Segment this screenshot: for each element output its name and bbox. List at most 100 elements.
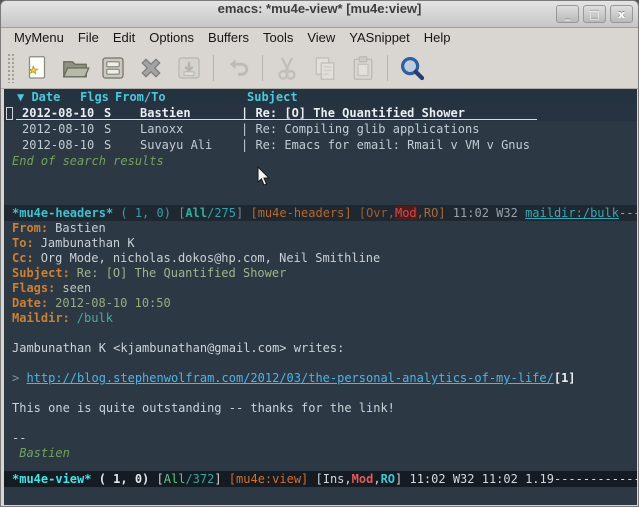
modeline-dashes: ------- (619, 206, 637, 220)
field-cc: Cc:Org Mode, nicholas.dokos@hp.com, Neil… (4, 251, 637, 266)
column-date[interactable]: ▼ Date (17, 89, 60, 105)
field-value: Jambunathan K (34, 236, 135, 250)
field-label: Date: (12, 296, 48, 310)
close-button[interactable]: x (610, 5, 633, 23)
body-comment-line: This one is quite outstanding -- thanks … (4, 401, 637, 416)
readonly-flag: RO (381, 472, 395, 486)
emacs-window: emacs: *mu4e-view* [mu4e:view] _ □ x MyM… (0, 0, 639, 507)
field-value: /bulk (70, 311, 113, 325)
cut-icon[interactable] (268, 50, 306, 86)
modeline-dashes: --------------- (554, 472, 637, 486)
modeline-mu4e-headers[interactable]: *mu4e-headers* ( 1, 0) [All/275] [mu4e-h… (4, 205, 637, 221)
menu-yasnippet[interactable]: YASnippet (342, 28, 416, 47)
menu-tools[interactable]: Tools (256, 28, 300, 47)
emacs-cursor (6, 107, 13, 120)
major-mode: [mu4e-headers] (250, 206, 351, 220)
menu-mymenu[interactable]: MyMenu (7, 28, 71, 47)
cursor-position: ( 1, 0) (91, 472, 156, 486)
menu-buffers[interactable]: Buffers (201, 28, 256, 47)
field-label: Maildir: (12, 311, 70, 325)
toolbar-drag-handle[interactable] (7, 53, 15, 83)
modeline-time: 11:02 W32 11:02 1.19 (402, 472, 554, 486)
body-quote-line: > http://blog.stephenwolfram.com/2012/03… (4, 371, 637, 386)
readonly-flag: ,RO] (417, 206, 446, 220)
menu-view[interactable]: View (300, 28, 342, 47)
menu-options[interactable]: Options (142, 28, 201, 47)
filter-all: All (164, 472, 186, 486)
end-of-search-results: End of search results (12, 153, 164, 169)
message-count: /372 (185, 472, 214, 486)
field-subject: Subject:Re: [O] The Quantified Shower (4, 266, 637, 281)
toolbar-separator (262, 55, 263, 81)
search-icon[interactable] (393, 50, 431, 86)
minimize-button[interactable]: _ (556, 5, 579, 23)
bracket: ] (236, 206, 250, 220)
minor-flags: [Ovr, (352, 206, 395, 220)
row-subject: | Re: Compiling glib applications (241, 121, 479, 137)
modified-flag: Mod (352, 472, 374, 486)
field-flags: Flags:seen (4, 281, 637, 296)
row-subject: | Re: Emacs for email: Rmail v VM v Gnus (241, 137, 530, 153)
message-row[interactable]: 2012-08-10 S Lanoxx | Re: Compiling glib… (4, 121, 637, 137)
buffer-name: *mu4e-headers* (12, 206, 113, 220)
menu-help[interactable]: Help (417, 28, 458, 47)
toolbar-separator (387, 55, 388, 81)
window-title: emacs: *mu4e-view* [mu4e:view] (1, 1, 638, 16)
maximize-button[interactable]: □ (583, 5, 606, 23)
emacs-frame: ▼ Date Flgs From/To Subject 2012-08-10 S… (4, 89, 637, 505)
toolbar-separator (213, 55, 214, 81)
save-as-icon[interactable] (170, 50, 208, 86)
field-date: Date:2012-08-10 10:50 (4, 296, 637, 311)
column-flags[interactable]: Flgs (80, 89, 109, 105)
echo-area[interactable] (4, 487, 637, 505)
ins-flag: [Ins, (308, 472, 351, 486)
row-flags: S (104, 121, 111, 137)
field-value: Re: [O] The Quantified Shower (70, 266, 287, 280)
cursor-position: ( 1, 0) (113, 206, 178, 220)
save-icon[interactable] (94, 50, 132, 86)
column-subject[interactable]: Subject (247, 89, 298, 105)
modeline-mu4e-view[interactable]: *mu4e-view* ( 1, 0) [All/372] [mu4e:view… (4, 471, 637, 487)
row-from: Lanoxx (140, 121, 183, 137)
quote-mark: > (12, 371, 26, 385)
body-link[interactable]: http://blog.stephenwolfram.com/2012/03/t… (26, 371, 553, 385)
bracket: ] (214, 472, 228, 486)
field-label: Cc: (12, 251, 34, 265)
signature-separator: -- (4, 431, 637, 446)
headers-header-line: ▼ Date Flgs From/To Subject (4, 89, 637, 105)
open-folder-icon[interactable] (56, 50, 94, 86)
menu-bar: MyMenu File Edit Options Buffers Tools V… (1, 28, 638, 47)
titlebar[interactable]: emacs: *mu4e-view* [mu4e:view] _ □ x (1, 1, 638, 28)
column-from[interactable]: From/To (115, 89, 166, 105)
toolbar (1, 47, 638, 89)
row-flags: S (104, 137, 111, 153)
message-view: From:Bastien To:Jambunathan K Cc:Org Mod… (4, 221, 637, 461)
delete-icon[interactable] (132, 50, 170, 86)
copy-icon[interactable] (306, 50, 344, 86)
paste-icon[interactable] (344, 50, 382, 86)
modified-flag: Mod (395, 206, 417, 220)
menu-file[interactable]: File (71, 28, 106, 47)
field-label: To: (12, 236, 34, 250)
footnote-ref: [1] (554, 371, 576, 385)
menu-edit[interactable]: Edit (106, 28, 142, 47)
bracket: [ (157, 472, 164, 486)
field-value: Bastien (48, 221, 106, 235)
major-mode: [mu4e:view] (229, 472, 308, 486)
message-count: /275 (207, 206, 236, 220)
signature-name: Bastien (4, 446, 637, 461)
new-file-icon[interactable] (18, 50, 56, 86)
selected-row-underline (16, 119, 537, 120)
field-value: 2012-08-10 10:50 (48, 296, 171, 310)
field-value: Org Mode, nicholas.dokos@hp.com, Neil Sm… (34, 251, 381, 265)
message-row[interactable]: 2012-08-10 S Suvayu Ali | Re: Emacs for … (4, 137, 637, 153)
row-date: 2012-08-10 (22, 137, 94, 153)
body-writes-line: Jambunathan K <kjambunathan@gmail.com> w… (4, 341, 637, 356)
mouse-cursor (257, 166, 271, 187)
field-label: Subject: (12, 266, 70, 280)
field-label: From: (12, 221, 48, 235)
modeline-time: 11:02 W32 (446, 206, 525, 220)
undo-icon[interactable] (219, 50, 257, 86)
comma: , (373, 472, 380, 486)
row-from: Suvayu Ali (140, 137, 212, 153)
